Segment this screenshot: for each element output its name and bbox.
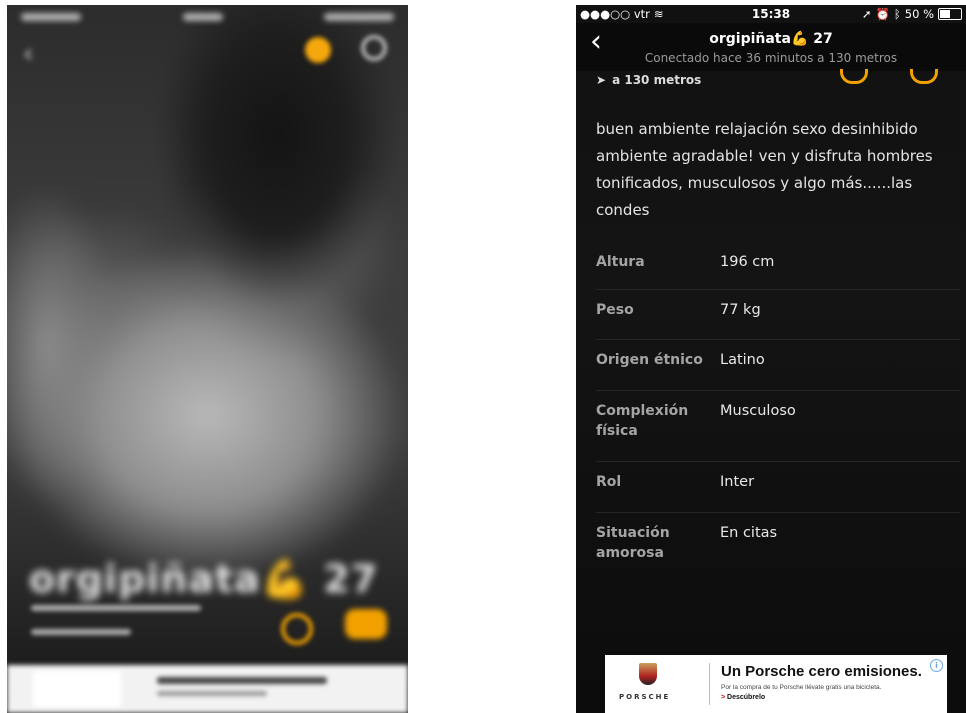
- detail-label: Rol: [596, 474, 622, 490]
- detail-value: Inter: [720, 474, 755, 490]
- header-subtitle: Conectado hace 36 minutos a 130 metros: [644, 51, 898, 65]
- profile-header: ‹ orgipiñata💪 27 Conectado hace 36 minut…: [576, 23, 966, 71]
- flexed-biceps-icon: 💪: [790, 31, 809, 47]
- detail-row: Altura 196 cm: [596, 242, 960, 290]
- blurred-status-line: [31, 605, 201, 611]
- bluetooth-icon: ᛒ: [893, 7, 901, 21]
- ad-info-icon[interactable]: i: [930, 659, 943, 672]
- alarm-icon: ⏰: [875, 7, 890, 21]
- ad-cta-label: Descúbrelo: [727, 694, 766, 701]
- detail-row: Complexión física Musculoso: [596, 391, 960, 462]
- detail-label: Situación amorosa: [596, 525, 670, 561]
- ad-divider: [709, 663, 710, 705]
- header-age: 27: [813, 31, 833, 47]
- ad-headline: Un Porsche cero emisiones.: [721, 663, 922, 680]
- battery-percent: 50 %: [904, 7, 934, 21]
- profile-bio: buen ambiente relajación sexo desinhibid…: [596, 120, 933, 219]
- detail-row: Situación amorosa En citas: [596, 513, 960, 583]
- detail-label: Altura: [596, 254, 645, 270]
- back-chevron-icon[interactable]: ‹: [23, 39, 33, 69]
- chevron-right-icon: >: [721, 694, 726, 701]
- distance-text: a 130 metros: [612, 73, 702, 87]
- profile-name: orgipiñata: [29, 557, 261, 601]
- detail-value: Musculoso: [720, 403, 796, 419]
- battery-icon: [938, 8, 962, 20]
- flexed-biceps-icon: 💪: [260, 557, 310, 601]
- wifi-icon: ≋: [653, 7, 664, 21]
- tap-icon[interactable]: [281, 613, 313, 645]
- star-icon[interactable]: [305, 37, 331, 63]
- detail-label: Peso: [596, 302, 634, 318]
- blurred-distance-line: [31, 629, 131, 635]
- porsche-crest-icon: [639, 663, 657, 685]
- detail-label: Complexión física: [596, 403, 689, 439]
- ad-cta-link[interactable]: > Descúbrelo: [721, 694, 765, 701]
- distance-row: ➤ a 130 metros: [596, 73, 701, 87]
- blurred-profile-screen: ‹ orgipiñata💪 27: [7, 5, 408, 713]
- ad-brand: PORSCHE: [619, 693, 671, 701]
- detail-row: Origen étnico Latino: [596, 340, 960, 391]
- ad-banner[interactable]: PORSCHE Un Porsche cero emisiones. Por l…: [605, 655, 947, 713]
- detail-value: 77 kg: [720, 302, 761, 318]
- profile-name-overlay: orgipiñata💪 27: [29, 557, 378, 602]
- detail-value: 196 cm: [720, 254, 775, 270]
- location-arrow-icon: ➚: [861, 7, 872, 21]
- tap-icon[interactable]: [840, 69, 868, 84]
- header-title: orgipiñata💪 27: [576, 31, 966, 47]
- location-arrow-icon: ➤: [596, 73, 607, 87]
- blurred-ad-banner[interactable]: [7, 665, 408, 713]
- detail-row: Peso 77 kg: [596, 290, 960, 340]
- detail-row: Rol Inter: [596, 462, 960, 513]
- blurred-status-bar: [21, 13, 394, 27]
- gear-icon[interactable]: [361, 35, 387, 61]
- status-bar: ●●●○○ vtr ≋ 15:38 ➚ ⏰ ᛒ 50 %: [576, 5, 966, 23]
- detail-label: Origen étnico: [596, 352, 703, 368]
- chat-icon[interactable]: [345, 609, 387, 639]
- carrier-signal: ●●●○○ vtr: [580, 7, 650, 21]
- detail-value: Latino: [720, 352, 765, 368]
- profile-age: 27: [323, 557, 379, 601]
- chat-icon[interactable]: [910, 69, 938, 84]
- profile-details-list: Altura 196 cm Peso 77 kg Origen étnico L…: [596, 242, 960, 583]
- ad-body: Por la compra de tu Porsche llévate grat…: [721, 684, 882, 691]
- profile-details-screen: ●●●○○ vtr ≋ 15:38 ➚ ⏰ ᛒ 50 % ‹ orgipiñat…: [576, 5, 966, 713]
- header-name: orgipiñata: [709, 31, 791, 47]
- detail-value: En citas: [720, 525, 778, 541]
